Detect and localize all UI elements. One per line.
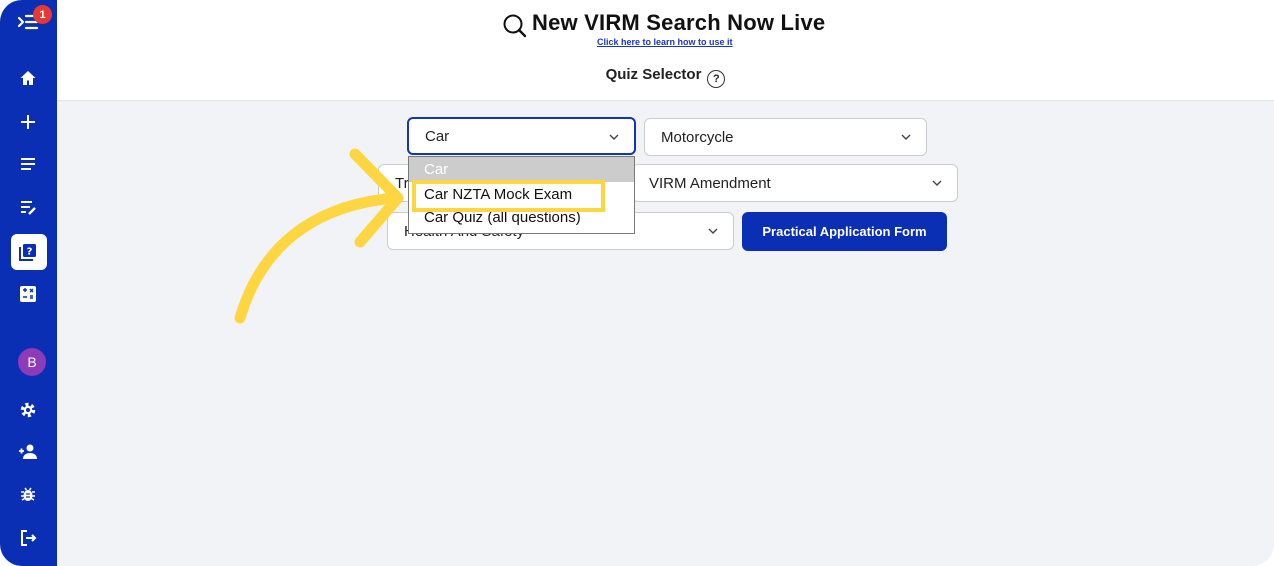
quiz-selector-label: Quiz Selector: [605, 66, 702, 83]
home-icon[interactable]: [14, 64, 42, 92]
annotation-arrow-icon: [234, 148, 404, 324]
list-icon[interactable]: [14, 150, 42, 178]
notification-badge: 1: [33, 5, 52, 24]
virm-select-value: VIRM Amendment: [649, 174, 771, 192]
chevron-down-icon: [901, 134, 911, 140]
banner-title: New VIRM Search Now Live: [532, 10, 826, 35]
avatar[interactable]: B: [18, 348, 46, 376]
header: New VIRM Search Now Live Click here to l…: [57, 0, 1274, 101]
calculator-icon[interactable]: [14, 280, 42, 308]
chevron-down-icon: [609, 134, 619, 140]
chevron-down-icon: [708, 228, 718, 234]
settings-icon[interactable]: [14, 396, 42, 424]
sidebar: 1 ? B: [0, 0, 57, 566]
car-category-select[interactable]: Car: [407, 117, 636, 155]
plus-icon[interactable]: [14, 108, 42, 136]
help-icon[interactable]: ?: [707, 70, 726, 88]
highlight-box: [412, 180, 605, 212]
app-window: 1 ? B New VIRM Search Now Live Click her…: [0, 0, 1274, 566]
search-banner[interactable]: New VIRM Search Now Live Click here to l…: [502, 10, 825, 50]
add-user-icon[interactable]: [14, 438, 42, 466]
logout-icon[interactable]: [14, 524, 42, 552]
playlist-edit-icon[interactable]: [14, 193, 42, 221]
learn-how-link[interactable]: Click here to learn how to use it: [597, 37, 733, 47]
virm-amendment-select[interactable]: VIRM Amendment: [632, 164, 958, 202]
page-title: Quiz Selector?: [57, 66, 1274, 88]
motorcycle-select-value: Motorcycle: [661, 128, 734, 146]
chevron-down-icon: [932, 180, 942, 186]
option-car[interactable]: Car: [409, 157, 634, 182]
motorcycle-select[interactable]: Motorcycle: [644, 118, 927, 156]
quiz-icon[interactable]: ?: [14, 238, 42, 266]
svg-text:?: ?: [27, 247, 33, 258]
bug-icon[interactable]: [14, 480, 42, 508]
search-icon: [503, 14, 527, 38]
practical-application-form-button[interactable]: Practical Application Form: [742, 212, 947, 251]
car-select-value: Car: [425, 127, 450, 145]
